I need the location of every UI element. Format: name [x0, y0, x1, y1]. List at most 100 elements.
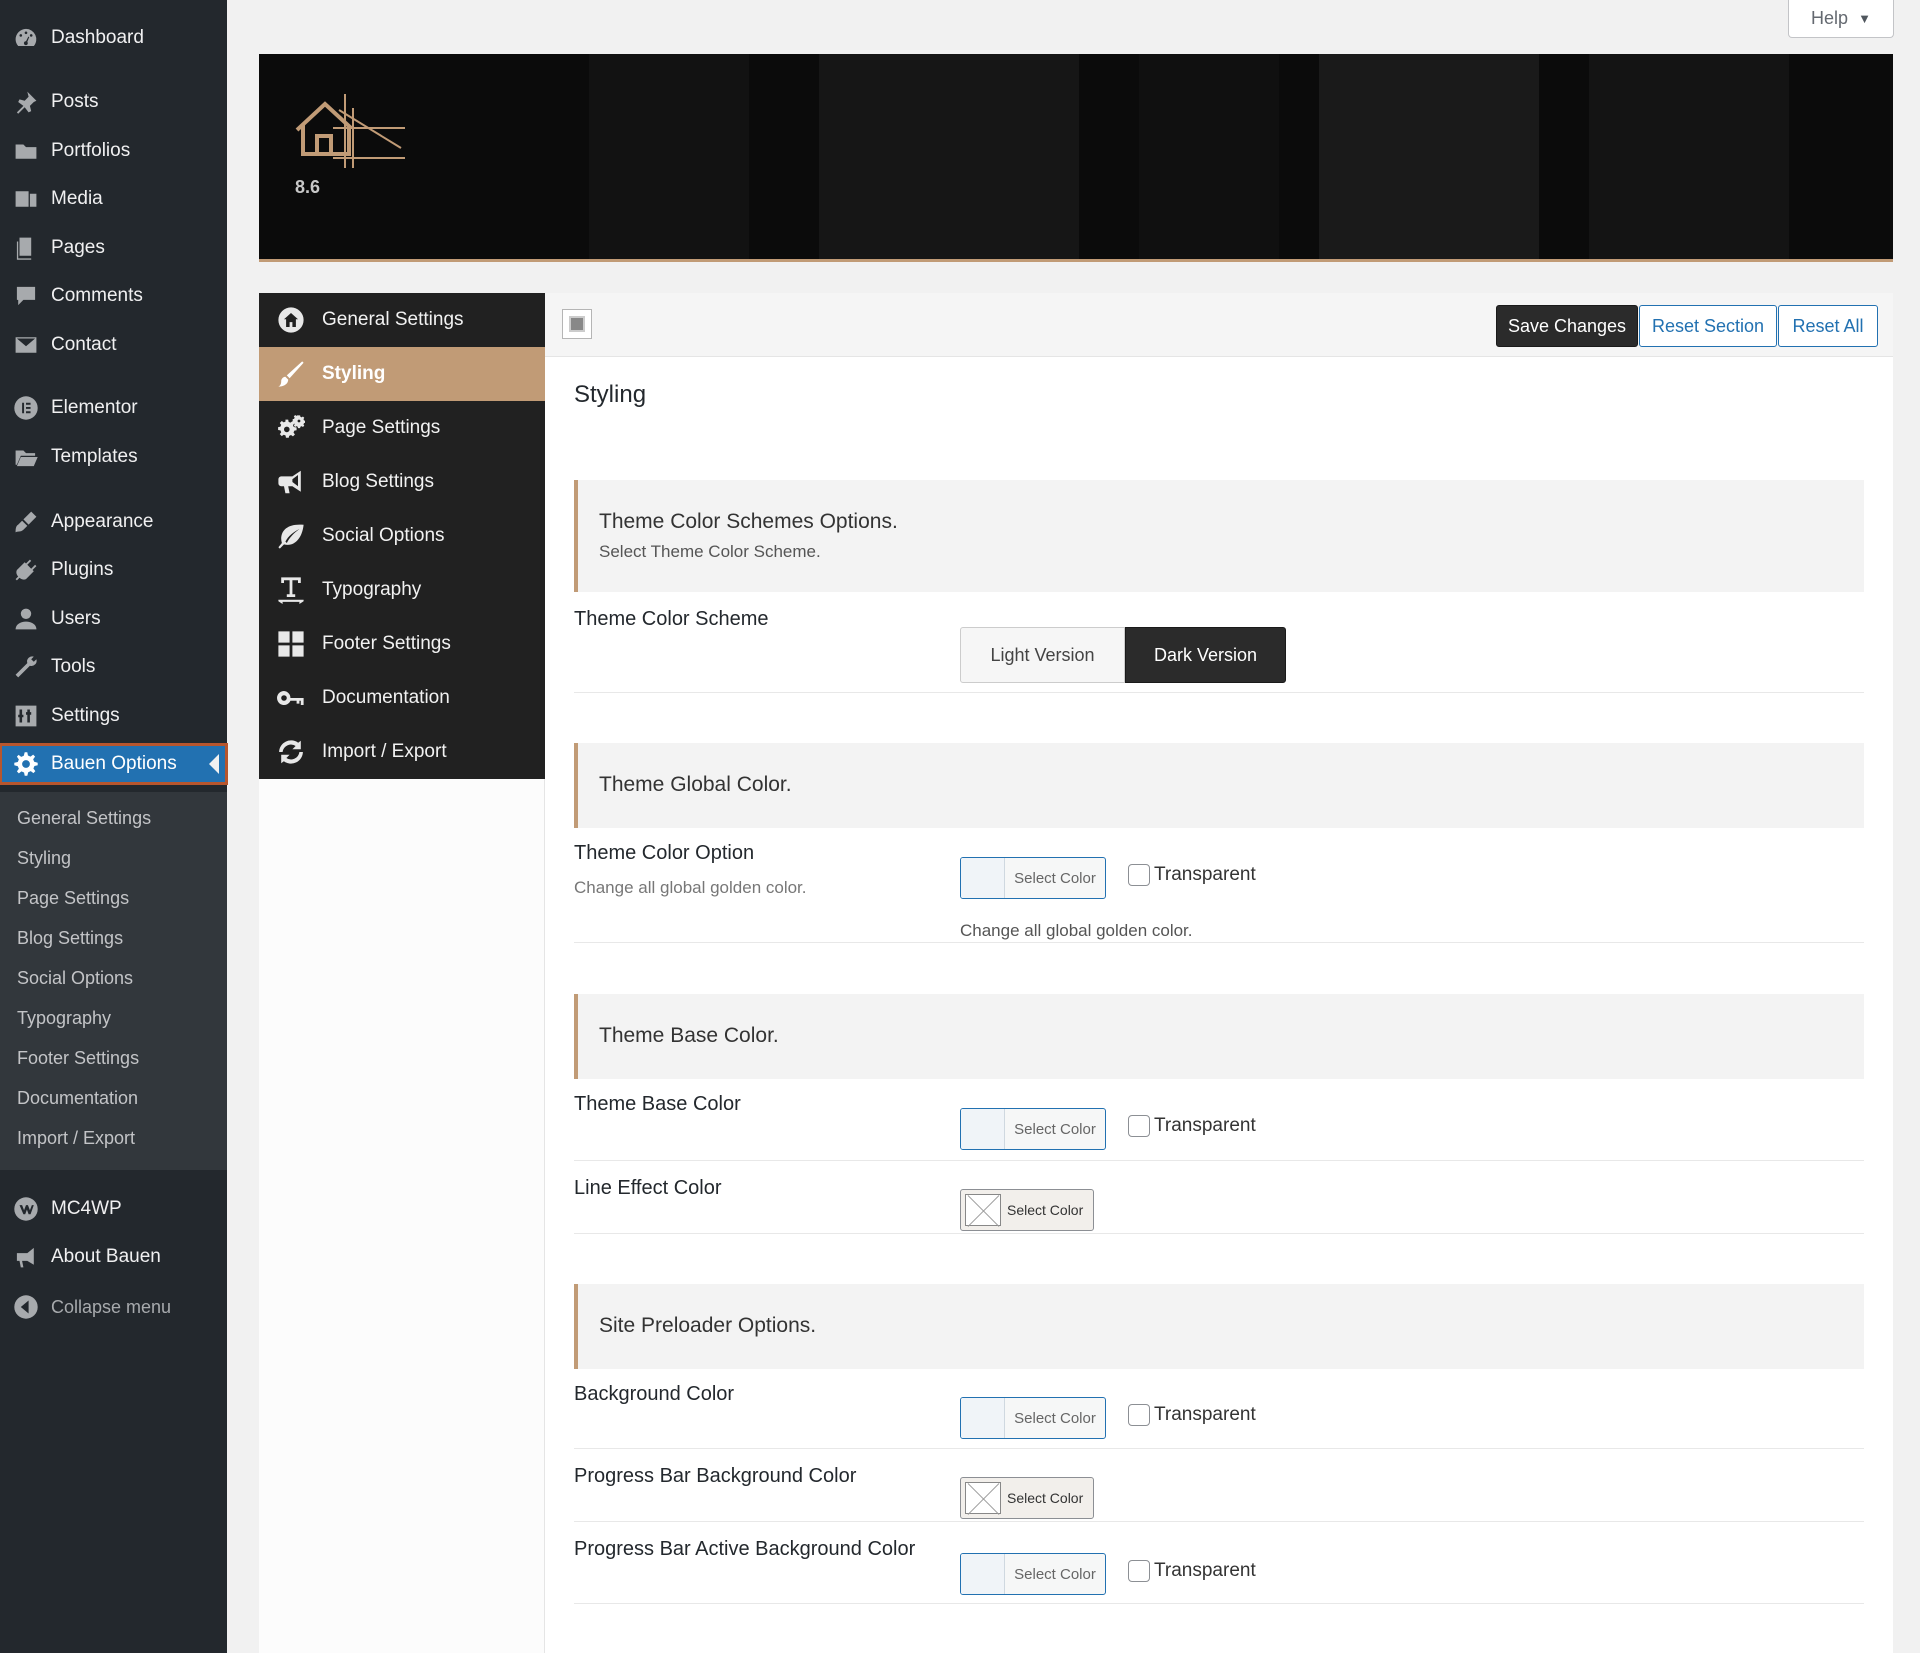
menu-portfolios[interactable]: Portfolios	[0, 131, 227, 171]
save-changes-button[interactable]: Save Changes	[1496, 305, 1638, 347]
menu-about-bauen[interactable]: About Bauen	[0, 1237, 227, 1277]
checkbox-box[interactable]	[1128, 864, 1150, 886]
menu-comments[interactable]: Comments	[0, 276, 227, 316]
checkbox-box[interactable]	[1128, 1560, 1150, 1582]
menu-contact[interactable]: Contact	[0, 325, 227, 365]
divider	[574, 1448, 1864, 1449]
color-picker-line-effect[interactable]: Select Color	[960, 1189, 1094, 1231]
menu-label: Pages	[51, 237, 105, 258]
menu-label: Plugins	[51, 559, 114, 580]
color-picker-base-color[interactable]: Select Color	[960, 1108, 1106, 1150]
menu-label: Settings	[51, 705, 120, 726]
menu-templates[interactable]: Templates	[0, 437, 227, 477]
select-color-label: Select Color	[1014, 1120, 1096, 1138]
reset-section-button[interactable]: Reset Section	[1639, 305, 1777, 347]
expand-options-icon[interactable]	[562, 309, 592, 339]
transparent-checkbox[interactable]: Transparent	[1128, 1560, 1256, 1582]
submenu-styling[interactable]: Styling	[17, 848, 71, 869]
folder-open-icon	[0, 444, 51, 470]
opt-tab-page-settings[interactable]: Page Settings	[259, 401, 545, 455]
menu-label: Tools	[51, 656, 96, 677]
opt-tab-label: Social Options	[322, 525, 445, 546]
pages-icon	[0, 235, 51, 261]
leaf-icon	[259, 522, 322, 550]
menu-appearance[interactable]: Appearance	[0, 502, 227, 542]
submenu-footer-settings[interactable]: Footer Settings	[17, 1048, 139, 1069]
field-subtitle: Change all global golden color.	[574, 878, 807, 897]
color-picker-background-color[interactable]: Select Color	[960, 1397, 1106, 1439]
submenu-social-options[interactable]: Social Options	[17, 968, 133, 989]
checkbox-box[interactable]	[1128, 1404, 1150, 1426]
menu-users[interactable]: Users	[0, 599, 227, 639]
select-color-label: Select Color	[1014, 1565, 1096, 1583]
reset-all-button[interactable]: Reset All	[1778, 305, 1878, 347]
menu-label: Portfolios	[51, 140, 131, 161]
section-title: Theme Color Schemes Options.	[599, 510, 898, 533]
no-color-swatch	[965, 1194, 1001, 1226]
mail-icon	[0, 332, 51, 358]
submenu-import-export[interactable]: Import / Export	[17, 1128, 135, 1149]
divider	[574, 942, 1864, 943]
brush-icon	[259, 360, 322, 388]
transparent-checkbox[interactable]: Transparent	[1128, 864, 1256, 886]
divider	[574, 1233, 1864, 1234]
checkbox-box[interactable]	[1128, 1115, 1150, 1137]
opt-tab-label: Footer Settings	[322, 633, 451, 654]
text-height-icon	[259, 576, 322, 604]
menu-mc4wp[interactable]: MC4WP	[0, 1189, 227, 1229]
opt-tab-general-settings[interactable]: General Settings	[259, 293, 545, 347]
admin-sidebar: Dashboard Posts Portfolios Media Pages C…	[0, 0, 228, 1653]
collapse-menu-button[interactable]: Collapse menu	[0, 1287, 227, 1327]
menu-dashboard[interactable]: Dashboard	[0, 18, 227, 58]
opt-tab-import-export[interactable]: Import / Export	[259, 725, 545, 779]
divider	[574, 1160, 1864, 1161]
plugin-icon	[0, 557, 51, 583]
light-version-button[interactable]: Light Version	[960, 627, 1125, 683]
dashboard-icon	[0, 25, 51, 51]
opt-tab-documentation[interactable]: Documentation	[259, 671, 545, 725]
menu-label: Appearance	[51, 511, 154, 532]
bauen-logo	[295, 94, 405, 168]
section-title: Theme Base Color.	[599, 1024, 779, 1047]
help-button[interactable]: Help ▼	[1788, 0, 1894, 38]
opt-tab-typography[interactable]: Typography	[259, 563, 545, 617]
theme-banner: 8.6	[259, 54, 1893, 262]
menu-bauen-options[interactable]: Bauen Options	[0, 743, 228, 785]
menu-elementor[interactable]: Elementor	[0, 388, 227, 428]
transparent-checkbox[interactable]: Transparent	[1128, 1115, 1256, 1137]
field-label-color-option: Theme Color Option	[574, 842, 755, 864]
submenu-blog-settings[interactable]: Blog Settings	[17, 928, 123, 949]
opt-tab-footer-settings[interactable]: Footer Settings	[259, 617, 545, 671]
menu-label: Dashboard	[51, 27, 144, 48]
select-color-label: Select Color	[1007, 1490, 1084, 1506]
field-label-line-effect: Line Effect Color	[574, 1177, 722, 1199]
pushpin-icon	[0, 89, 51, 115]
menu-posts[interactable]: Posts	[0, 82, 227, 122]
menu-plugins[interactable]: Plugins	[0, 550, 227, 590]
transparent-checkbox[interactable]: Transparent	[1128, 1404, 1256, 1426]
color-picker-progress-active[interactable]: Select Color	[960, 1553, 1106, 1595]
color-picker-progress-bg[interactable]: Select Color	[960, 1477, 1094, 1519]
submenu-general-settings[interactable]: General Settings	[17, 808, 151, 829]
menu-media[interactable]: Media	[0, 179, 227, 219]
opt-tab-label: Documentation	[322, 687, 450, 708]
section-color-schemes: Theme Color Schemes Options. Select Them…	[574, 480, 1864, 592]
options-content: Styling Theme Color Schemes Options. Sel…	[545, 357, 1893, 1653]
submenu-typography[interactable]: Typography	[17, 1008, 111, 1029]
transparent-label: Transparent	[1154, 1404, 1256, 1425]
menu-settings[interactable]: Settings	[0, 696, 227, 736]
opt-tab-blog-settings[interactable]: Blog Settings	[259, 455, 545, 509]
menu-tools[interactable]: Tools	[0, 647, 227, 687]
megaphone-icon	[0, 1244, 51, 1270]
dark-version-button[interactable]: Dark Version	[1125, 627, 1286, 683]
color-picker-theme-color[interactable]: Select Color	[960, 857, 1106, 899]
select-color-label: Select Color	[1007, 1202, 1084, 1218]
opt-tab-social-options[interactable]: Social Options	[259, 509, 545, 563]
menu-pages[interactable]: Pages	[0, 228, 227, 268]
submenu-page-settings[interactable]: Page Settings	[17, 888, 129, 909]
menu-label: MC4WP	[51, 1198, 122, 1219]
submenu-documentation[interactable]: Documentation	[17, 1088, 138, 1109]
menu-label: About Bauen	[51, 1246, 161, 1267]
opt-tab-styling[interactable]: Styling	[259, 347, 545, 401]
opt-tab-label: Typography	[322, 579, 422, 600]
